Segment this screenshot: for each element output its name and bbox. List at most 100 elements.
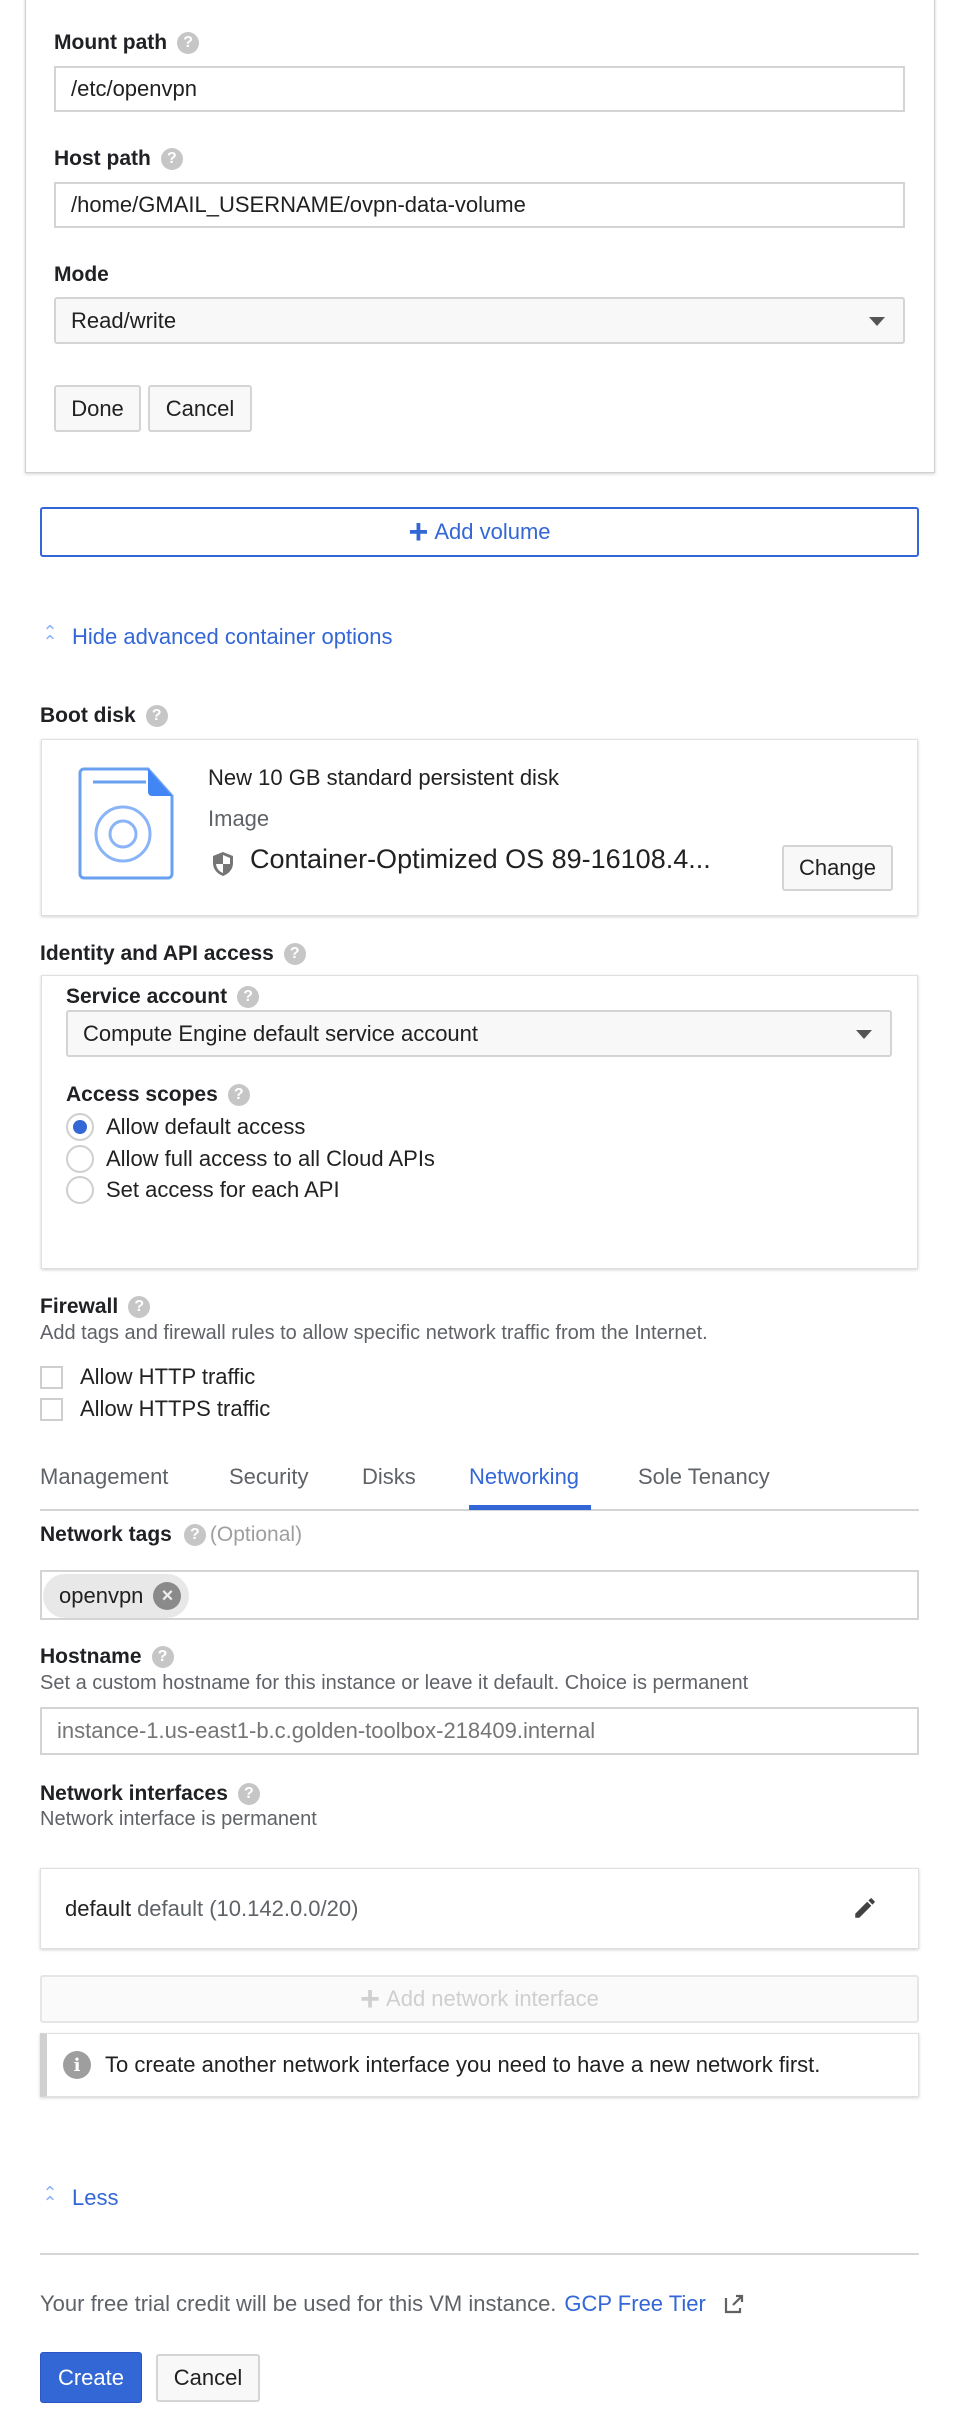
less-link[interactable]: ⌃ ⌃ Less <box>40 2183 119 2213</box>
help-icon[interactable]: ? <box>183 1524 206 1546</box>
mount-path-value: /etc/openvpn <box>71 76 197 101</box>
change-boot-disk-button[interactable]: Change <box>782 845 893 891</box>
help-icon[interactable]: ? <box>160 148 183 170</box>
mount-path-label-text: Mount path <box>54 31 168 54</box>
identity-label-text: Identity and API access <box>40 942 274 965</box>
help-icon[interactable]: ? <box>227 1084 250 1106</box>
service-account-label: Service account? <box>66 984 260 1010</box>
allow-https-label: Allow HTTPS traffic <box>80 1396 271 1421</box>
remove-tag-icon[interactable]: × <box>153 1582 182 1610</box>
help-icon[interactable]: ? <box>151 1646 174 1668</box>
tab-disks[interactable]: Disks <box>362 1464 416 1490</box>
shield-icon <box>213 852 233 876</box>
plus-icon: + <box>408 513 429 551</box>
service-account-value: Compute Engine default service account <box>83 1020 479 1046</box>
plus-icon: + <box>360 1980 381 2018</box>
dropdown-arrow-icon <box>856 1029 872 1039</box>
double-chevron-up-icon: ⌃ ⌃ <box>42 622 58 652</box>
firewall-label-text: Firewall <box>40 1295 119 1318</box>
edit-pencil-icon[interactable] <box>852 1895 878 1921</box>
mode-value: Read/write <box>71 307 177 333</box>
help-icon[interactable]: ? <box>128 1296 151 1318</box>
optional-hint: (Optional) <box>209 1523 303 1546</box>
checkbox[interactable] <box>40 1365 63 1389</box>
network-interfaces-label-text: Network interfaces <box>40 1782 228 1805</box>
network-tags-label-text: Network tags <box>40 1523 172 1546</box>
add-network-interface-label: Add network interface <box>386 1986 599 2011</box>
host-path-value: /home/GMAIL_USERNAME/ovpn-data-volume <box>71 192 526 217</box>
host-path-label: Host path? <box>54 146 183 172</box>
hide-advanced-link[interactable]: ⌃ ⌃ Hide advanced container options <box>40 622 393 652</box>
less-label: Less <box>72 2185 119 2210</box>
network-interfaces-label: Network interfaces? <box>40 1781 260 1807</box>
radio-button[interactable] <box>66 1176 94 1204</box>
add-network-interface-button: + Add network interface <box>40 1975 919 2023</box>
interface-detail: default (10.142.0.0/20) <box>137 1895 359 1921</box>
firewall-label: Firewall? <box>40 1294 151 1320</box>
hostname-label: Hostname? <box>40 1644 174 1670</box>
gcp-free-tier-link[interactable]: GCP Free Tier <box>564 2291 705 2317</box>
tab-sole-tenancy[interactable]: Sole Tenancy <box>638 1464 770 1490</box>
create-button[interactable]: Create <box>40 2352 142 2403</box>
info-message-text: To create another network interface you … <box>105 2052 821 2077</box>
boot-disk-label-text: Boot disk <box>40 704 136 727</box>
footer-divider <box>40 2253 919 2255</box>
mode-label: Mode <box>54 263 109 286</box>
help-icon[interactable]: ? <box>145 705 168 727</box>
mount-path-input[interactable]: /etc/openvpn <box>54 66 905 112</box>
allow-http-option[interactable]: Allow HTTP traffic <box>40 1364 255 1390</box>
scope-option-label: Allow full access to all Cloud APIs <box>106 1146 435 1171</box>
double-chevron-up-icon: ⌃ ⌃ <box>42 2183 58 2213</box>
network-interfaces-description: Network interface is permanent <box>40 1808 317 1830</box>
network-interface-row[interactable]: default default (10.142.0.0/20) <box>40 1868 919 1949</box>
cancel-button[interactable]: Cancel <box>156 2354 260 2402</box>
free-trial-notice: Your free trial credit will be used for … <box>40 2291 746 2317</box>
hostname-description: Set a custom hostname for this instance … <box>40 1672 749 1694</box>
radio-button[interactable] <box>66 1113 94 1141</box>
service-account-label-text: Service account <box>66 985 228 1008</box>
radio-button[interactable] <box>66 1145 94 1173</box>
network-tags-label: Network tags? (Optional) <box>40 1522 302 1548</box>
hostname-input[interactable] <box>40 1707 919 1755</box>
boot-disk-image-value: Container-Optimized OS 89-16108.4... <box>250 844 711 874</box>
tag-chip: openvpn × <box>43 1574 190 1618</box>
help-icon[interactable]: ? <box>237 986 260 1008</box>
service-account-select[interactable]: Compute Engine default service account <box>66 1010 892 1057</box>
add-volume-label: Add volume <box>434 519 551 544</box>
mode-select[interactable]: Read/write <box>54 297 905 344</box>
cancel-volume-button[interactable]: Cancel <box>148 385 252 432</box>
identity-label: Identity and API access? <box>40 941 306 967</box>
access-scopes-label: Access scopes? <box>66 1082 250 1108</box>
tab-networking[interactable]: Networking <box>469 1464 579 1490</box>
tab-management[interactable]: Management <box>40 1464 168 1490</box>
disk-icon <box>78 767 174 880</box>
help-icon[interactable]: ? <box>177 32 200 54</box>
interface-name: default <box>65 1895 132 1921</box>
scope-option-default[interactable]: Allow default access <box>66 1113 305 1141</box>
access-scopes-label-text: Access scopes <box>66 1083 218 1106</box>
allow-http-label: Allow HTTP traffic <box>80 1364 256 1389</box>
free-trial-text: Your free trial credit will be used for … <box>40 2291 557 2316</box>
boot-disk-label: Boot disk? <box>40 703 168 729</box>
checkbox[interactable] <box>40 1397 63 1421</box>
allow-https-option[interactable]: Allow HTTPS traffic <box>40 1396 270 1422</box>
scope-option-each[interactable]: Set access for each API <box>66 1176 340 1204</box>
hostname-label-text: Hostname <box>40 1645 142 1668</box>
done-button[interactable]: Done <box>54 385 141 432</box>
scope-option-label: Allow default access <box>106 1114 306 1139</box>
firewall-description: Add tags and firewall rules to allow spe… <box>40 1322 708 1344</box>
scope-option-full[interactable]: Allow full access to all Cloud APIs <box>66 1145 435 1173</box>
host-path-input[interactable]: /home/GMAIL_USERNAME/ovpn-data-volume <box>54 182 905 228</box>
external-link-icon[interactable] <box>722 2292 746 2316</box>
hide-advanced-label: Hide advanced container options <box>72 624 393 649</box>
help-icon[interactable]: ? <box>237 1783 260 1805</box>
add-volume-button[interactable]: + Add volume <box>40 507 919 557</box>
info-message-box: i To create another network interface yo… <box>40 2033 919 2097</box>
tab-security[interactable]: Security <box>229 1464 308 1490</box>
boot-disk-image-label: Image <box>208 806 270 831</box>
host-path-label-text: Host path <box>54 147 151 170</box>
mount-path-label: Mount path? <box>54 30 200 56</box>
boot-disk-title: New 10 GB standard persistent disk <box>208 765 559 790</box>
help-icon[interactable]: ? <box>283 943 306 965</box>
dropdown-arrow-icon <box>869 316 885 326</box>
